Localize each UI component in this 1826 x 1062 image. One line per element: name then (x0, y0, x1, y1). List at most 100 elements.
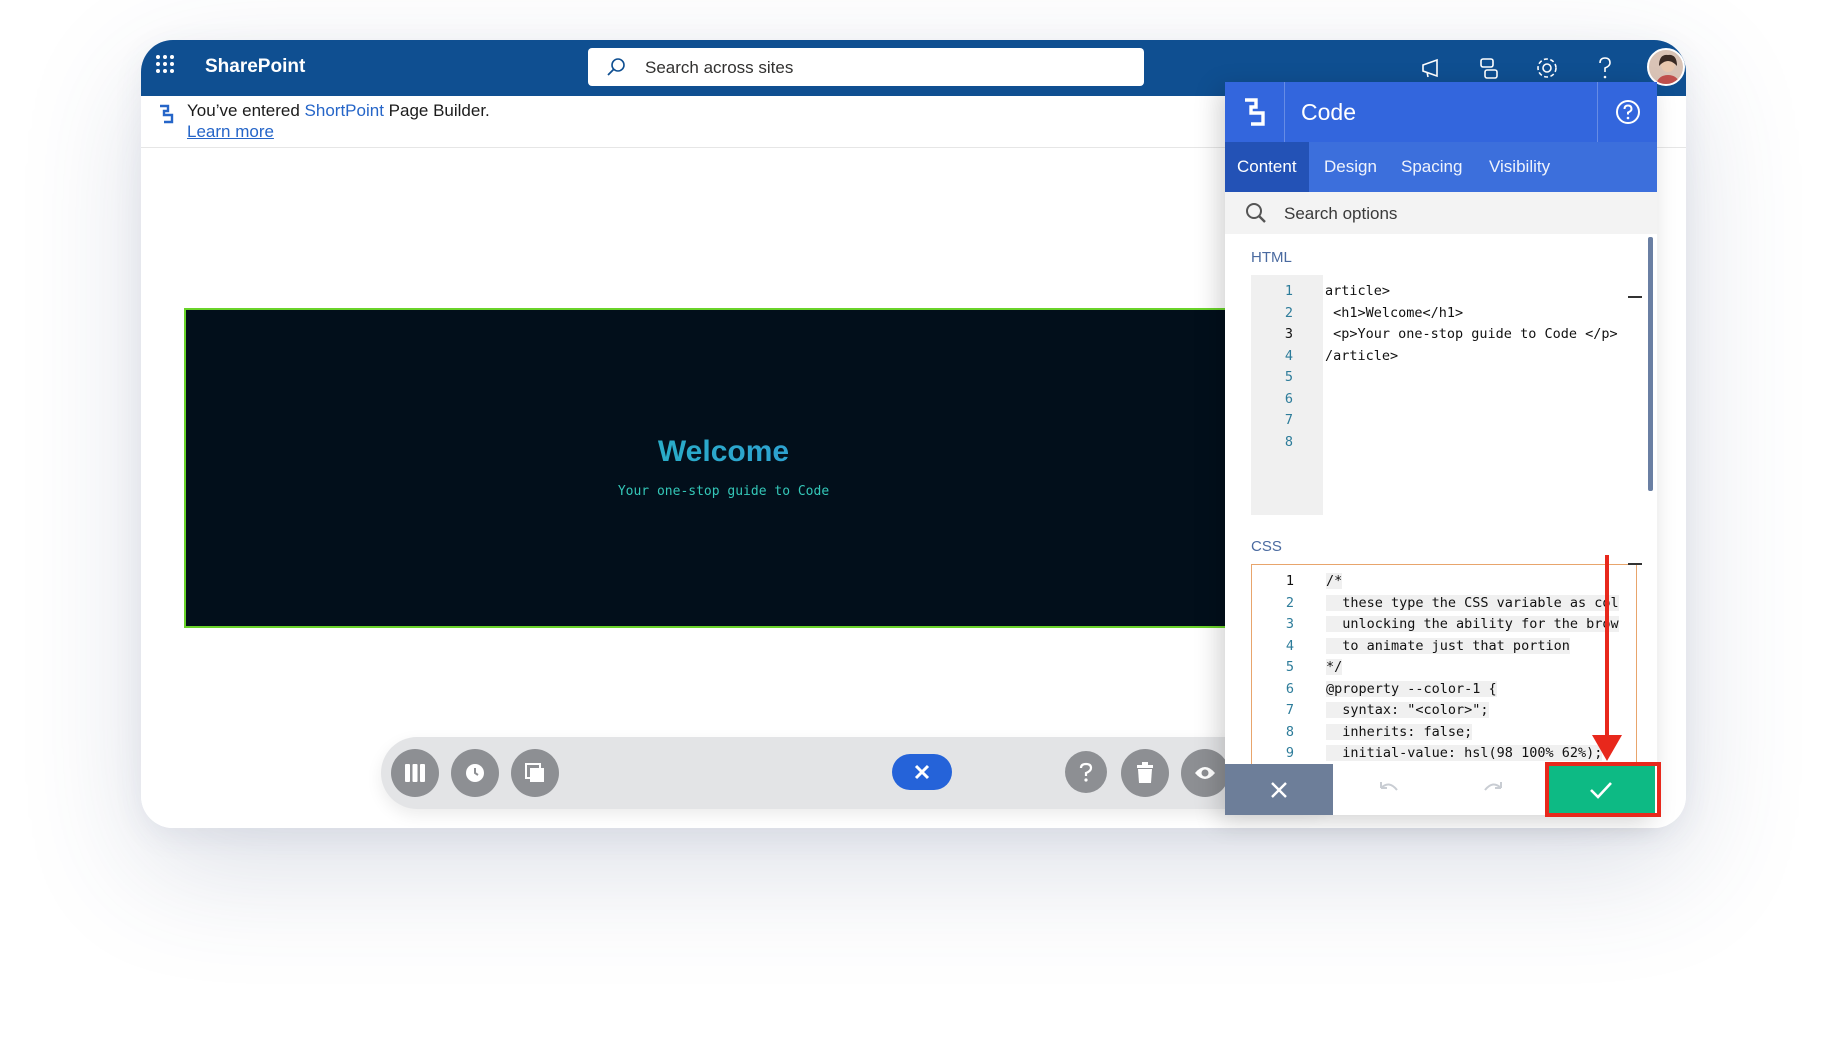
learn-more-link[interactable]: Learn more (187, 122, 274, 142)
panel-header: Code (1225, 82, 1657, 142)
columns-icon (405, 764, 425, 782)
share-icon[interactable] (1473, 52, 1505, 84)
code-line[interactable]: 4 to animate just that portion (1252, 637, 1636, 659)
code-line[interactable]: 2 these type the CSS variable as col (1252, 594, 1636, 616)
line-number: 5 (1285, 659, 1294, 675)
tab-content[interactable]: Content (1225, 142, 1309, 192)
html-label: HTML (1251, 249, 1292, 266)
line-number: 2 (1285, 594, 1294, 611)
hero-subtitle: Your one-stop guide to Code (617, 484, 830, 499)
line-number: 5 (1284, 369, 1293, 385)
app-launcher-icon[interactable] (156, 55, 186, 81)
code-line[interactable]: 6 @property --color-1 { (1252, 680, 1636, 702)
preview-button[interactable] (1181, 749, 1229, 797)
line-text: /article> (1325, 347, 1399, 364)
search-icon (1246, 203, 1266, 223)
code-line[interactable]: 7 (1251, 412, 1637, 433)
line-number: 1 (1284, 283, 1293, 299)
delete-button[interactable] (1121, 749, 1169, 797)
undo-icon[interactable] (1373, 774, 1405, 806)
line-number: 2 (1284, 304, 1293, 321)
css-code-editor[interactable]: 1/* 2 these type the CSS variable as col 3… (1251, 564, 1637, 766)
minimap-marker (1628, 296, 1642, 298)
search-icon (607, 58, 625, 76)
code-element-preview[interactable]: Welcome Your one-stop guide to Code (184, 308, 1284, 628)
line-number: 7 (1284, 412, 1293, 428)
line-number: 4 (1285, 637, 1294, 654)
tab-design[interactable]: Design (1324, 142, 1377, 192)
line-text: to animate just that portion (1326, 637, 1570, 654)
panel-help-button[interactable] (1597, 82, 1657, 142)
line-text: <h1>Welcome</h1> (1325, 304, 1464, 321)
element-toolbar (381, 737, 1341, 809)
site-search-input[interactable]: Search across sites (588, 48, 1144, 86)
line-text: */ (1326, 659, 1343, 675)
code-line[interactable]: 5 (1251, 369, 1637, 390)
code-line[interactable]: 3 unlocking the ability for the brow (1252, 616, 1636, 637)
line-text: <p>Your one-stop guide to Code </p> (1325, 326, 1618, 342)
columns-button[interactable] (391, 749, 439, 797)
line-number: 9 (1285, 745, 1294, 761)
notice-product: ShortPoint (304, 101, 384, 120)
code-line[interactable]: 8 inherits: false; (1252, 723, 1636, 745)
shortpoint-panel-logo-icon (1225, 82, 1285, 142)
annotation-arrowhead-icon (1592, 735, 1622, 761)
layers-button[interactable] (511, 749, 559, 797)
megaphone-icon[interactable] (1415, 52, 1447, 84)
history-button[interactable] (451, 749, 499, 797)
code-line[interactable]: 1 article> (1251, 283, 1637, 304)
html-code-editor[interactable]: 1 article> 2 <h1>Welcome</h1> 3 <p>Your one… (1251, 275, 1637, 515)
line-number: 6 (1285, 680, 1294, 697)
notice-message: You’ve entered ShortPoint Page Builder. (187, 101, 490, 121)
tab-spacing[interactable]: Spacing (1401, 142, 1462, 192)
eye-icon (1195, 767, 1215, 779)
line-number: 1 (1285, 573, 1294, 589)
tab-visibility[interactable]: Visibility (1489, 142, 1550, 192)
help-circle-icon (1615, 100, 1640, 124)
options-search-input[interactable]: Search options (1225, 192, 1657, 234)
code-line[interactable]: 2 <h1>Welcome</h1> (1251, 305, 1637, 326)
code-line[interactable]: 8 (1251, 434, 1637, 455)
layers-icon (525, 763, 544, 782)
line-text: syntax: "<color>"; (1326, 702, 1489, 718)
line-number: 3 (1284, 326, 1293, 342)
code-settings-panel: Code Content Design Spacing Visibility S… (1225, 82, 1657, 815)
notice-prefix: You’ve entered (187, 101, 305, 120)
code-line[interactable]: 3 <p>Your one-stop guide to Code </p> (1251, 326, 1637, 347)
code-line[interactable]: 7 syntax: "<color>"; (1252, 702, 1636, 723)
gear-icon[interactable] (1531, 52, 1563, 84)
line-number: 7 (1285, 702, 1294, 718)
panel-title: Code (1301, 99, 1356, 125)
line-text: initial-value: hsl(98 100% 62%); (1326, 745, 1603, 761)
brand-label[interactable]: SharePoint (205, 56, 305, 78)
line-text: these type the CSS variable as col (1326, 594, 1619, 611)
options-search-placeholder: Search options (1284, 204, 1398, 223)
minimap-marker (1628, 563, 1642, 565)
code-line[interactable]: 1 /* (1252, 573, 1636, 594)
line-text: inherits: false; (1326, 723, 1473, 740)
close-editor-button[interactable] (892, 754, 952, 790)
panel-scrollbar[interactable] (1648, 237, 1653, 491)
help-button[interactable] (1065, 751, 1107, 793)
code-line[interactable]: 5 */ (1252, 659, 1636, 680)
trash-icon (1137, 762, 1153, 783)
close-icon (1271, 781, 1287, 798)
code-line[interactable]: 6 (1251, 391, 1637, 412)
redo-icon[interactable] (1477, 774, 1509, 806)
notice-suffix: Page Builder. (383, 101, 490, 120)
question-icon[interactable] (1589, 52, 1621, 84)
code-line[interactable]: 4/article> (1251, 348, 1637, 369)
screenshot-stage: SharePoint Search across sites You’ve en… (0, 0, 1826, 1062)
line-text: @property --color-1 { (1326, 680, 1497, 697)
annotation-highlight-box (1545, 762, 1661, 817)
panel-tabs: Content Design Spacing Visibility (1225, 142, 1657, 192)
discard-button[interactable] (1225, 764, 1333, 815)
line-number: 6 (1284, 390, 1293, 407)
shortpoint-logo-icon (160, 104, 174, 124)
search-placeholder: Search across sites (645, 58, 794, 77)
avatar[interactable] (1647, 48, 1685, 86)
line-text: /* (1326, 573, 1343, 589)
line-number: 3 (1285, 616, 1294, 632)
close-icon (914, 764, 930, 780)
line-number: 8 (1285, 723, 1294, 740)
